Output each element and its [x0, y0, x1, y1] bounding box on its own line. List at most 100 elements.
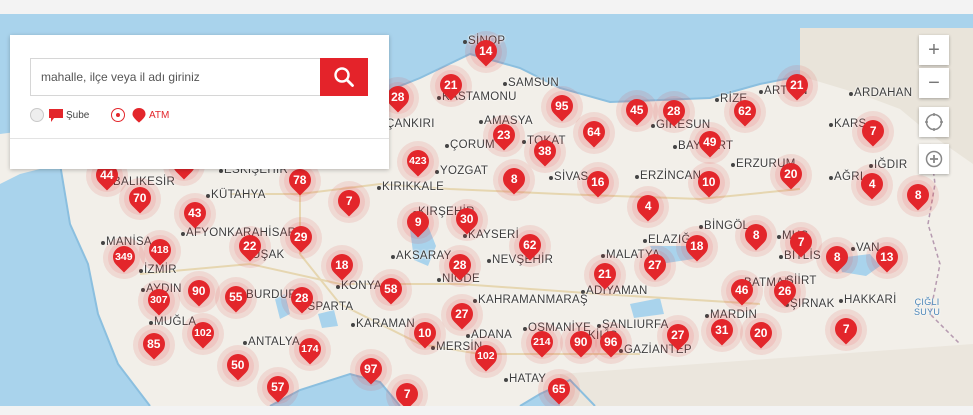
atm-cluster-marker[interactable]: 214	[526, 326, 558, 359]
atm-cluster-marker[interactable]: 8	[821, 241, 853, 274]
locate-button[interactable]	[919, 107, 949, 137]
atm-cluster-marker[interactable]: 64	[578, 116, 610, 149]
cluster-count: 90	[574, 335, 588, 350]
city-dot	[829, 123, 833, 127]
atm-cluster-marker[interactable]: 102	[470, 340, 502, 373]
atm-cluster-marker[interactable]: 8	[902, 179, 934, 212]
atm-cluster-marker[interactable]: 26	[769, 275, 801, 308]
atm-cluster-marker[interactable]: 65	[543, 373, 575, 406]
atm-cluster-marker[interactable]: 7	[785, 226, 817, 259]
atm-cluster-marker[interactable]: 45	[621, 94, 653, 127]
cluster-count: 50	[231, 358, 245, 373]
search-button[interactable]	[320, 58, 368, 96]
atm-cluster-marker[interactable]: 58	[375, 273, 407, 306]
atm-cluster-marker[interactable]: 50	[222, 349, 254, 382]
map-pin-icon: 38	[529, 135, 561, 167]
atm-cluster-marker[interactable]: 21	[435, 69, 467, 102]
atm-pin-icon	[132, 108, 146, 123]
atm-cluster-marker[interactable]: 7	[333, 185, 365, 218]
map-pin-icon: 97	[355, 353, 387, 385]
atm-cluster-marker[interactable]: 418	[144, 234, 176, 267]
atm-cluster-marker[interactable]: 46	[726, 274, 758, 307]
atm-cluster-marker[interactable]: 18	[326, 249, 358, 282]
filter-branch[interactable]: Şube	[30, 107, 89, 123]
atm-cluster-marker[interactable]: 28	[444, 249, 476, 282]
map-pin-icon: 26	[769, 275, 801, 307]
atm-cluster-marker[interactable]: 27	[662, 319, 694, 352]
atm-cluster-marker[interactable]: 349	[108, 241, 140, 274]
atm-cluster-marker[interactable]: 31	[706, 314, 738, 347]
atm-cluster-marker[interactable]: 21	[781, 69, 813, 102]
cluster-count: 7	[345, 194, 353, 208]
atm-cluster-marker[interactable]: 90	[565, 326, 597, 359]
atm-cluster-marker[interactable]: 28	[658, 95, 690, 128]
atm-cluster-marker[interactable]: 43	[179, 197, 211, 230]
filter-atm-radio[interactable]	[111, 108, 125, 122]
atm-cluster-marker[interactable]: 95	[546, 90, 578, 123]
atm-cluster-marker[interactable]: 21	[589, 258, 621, 291]
map-pin-icon: 21	[589, 258, 621, 290]
filter-branch-radio[interactable]	[30, 108, 44, 122]
atm-cluster-marker[interactable]: 62	[514, 229, 546, 262]
atm-cluster-marker[interactable]: 8	[498, 163, 530, 196]
atm-cluster-marker[interactable]: 27	[446, 298, 478, 331]
crosshair-icon	[925, 150, 943, 168]
atm-cluster-marker[interactable]: 102	[187, 317, 219, 350]
map-pin-icon: 27	[446, 298, 478, 330]
zoom-out-button[interactable]: −	[919, 68, 949, 98]
atm-cluster-marker[interactable]: 57	[262, 371, 294, 404]
atm-cluster-marker[interactable]: 10	[693, 166, 725, 199]
atm-cluster-marker[interactable]: 7	[857, 115, 889, 148]
atm-cluster-marker[interactable]: 307	[143, 284, 175, 317]
atm-cluster-marker[interactable]: 423	[402, 145, 434, 178]
atm-cluster-marker[interactable]: 9	[402, 206, 434, 239]
cluster-count: 97	[364, 362, 378, 377]
cluster-count: 21	[790, 78, 804, 93]
atm-cluster-marker[interactable]: 174	[294, 333, 326, 366]
atm-cluster-marker[interactable]: 55	[220, 281, 252, 314]
my-location-button[interactable]	[919, 144, 949, 174]
atm-cluster-marker[interactable]: 14	[470, 35, 502, 68]
atm-cluster-marker[interactable]: 28	[286, 282, 318, 315]
atm-cluster-marker[interactable]: 97	[355, 353, 387, 386]
zoom-in-button[interactable]: +	[919, 35, 949, 65]
filter-atm[interactable]: ATM	[111, 107, 169, 123]
atm-cluster-marker[interactable]: 13	[871, 241, 903, 274]
atm-cluster-marker[interactable]: 70	[124, 182, 156, 215]
atm-cluster-marker[interactable]: 29	[285, 221, 317, 254]
city-dot	[243, 341, 247, 345]
atm-cluster-marker[interactable]: 16	[582, 166, 614, 199]
cluster-count: 38	[538, 144, 552, 159]
atm-cluster-marker[interactable]: 90	[183, 275, 215, 308]
city-dot	[503, 82, 507, 86]
atm-cluster-marker[interactable]: 4	[856, 168, 888, 201]
atm-cluster-marker[interactable]: 7	[830, 313, 862, 346]
city-dot	[149, 321, 153, 325]
atm-cluster-marker[interactable]: 18	[681, 230, 713, 263]
atm-cluster-marker[interactable]: 23	[488, 119, 520, 152]
city-dot	[219, 169, 223, 173]
atm-cluster-marker[interactable]: 4	[632, 190, 664, 223]
city-dot	[479, 120, 483, 124]
atm-cluster-marker[interactable]: 20	[775, 158, 807, 191]
map-pin-icon: 7	[391, 378, 423, 406]
atm-cluster-marker[interactable]: 62	[729, 95, 761, 128]
atm-cluster-marker[interactable]: 8	[740, 219, 772, 252]
atm-cluster-marker[interactable]: 7	[391, 378, 423, 406]
atm-cluster-marker[interactable]: 85	[138, 328, 170, 361]
atm-cluster-marker[interactable]: 22	[234, 230, 266, 263]
city-dot	[673, 145, 677, 149]
search-input[interactable]	[30, 58, 320, 96]
atm-cluster-marker[interactable]: 20	[745, 317, 777, 350]
atm-cluster-marker[interactable]: 27	[639, 249, 671, 282]
footer-strip	[0, 406, 973, 415]
map-pin-icon: 90	[183, 275, 215, 307]
atm-cluster-marker[interactable]: 49	[694, 126, 726, 159]
city-dot	[651, 124, 655, 128]
atm-cluster-marker[interactable]: 78	[284, 164, 316, 197]
atm-cluster-marker[interactable]: 38	[529, 135, 561, 168]
map-pin-icon: 18	[681, 230, 713, 262]
atm-cluster-marker[interactable]: 30	[451, 203, 483, 236]
atm-cluster-marker[interactable]: 10	[409, 317, 441, 350]
atm-cluster-marker[interactable]: 96	[595, 326, 627, 359]
